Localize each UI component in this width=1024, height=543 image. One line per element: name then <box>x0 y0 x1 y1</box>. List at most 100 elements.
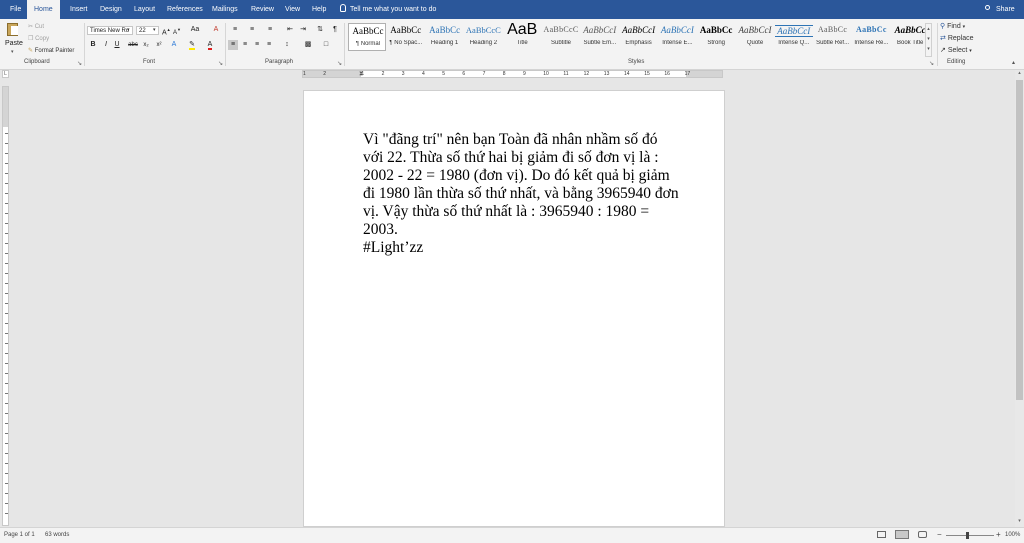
subscript-button[interactable]: x₂ <box>141 40 151 50</box>
cut-button[interactable]: ✂ Cut <box>28 23 44 30</box>
chevron-down-icon[interactable]: ▾ <box>153 27 156 33</box>
chevron-up-icon[interactable]: ▴ <box>926 24 931 34</box>
numbering-button[interactable]: ≡ <box>245 25 259 35</box>
style-normal[interactable]: AaBbCc ¶ Normal <box>348 23 386 51</box>
increase-indent-button[interactable]: ⇥ <box>298 25 308 35</box>
zoom-in-icon[interactable]: + <box>996 530 1001 539</box>
font-launcher-icon[interactable]: ↘ <box>218 60 223 67</box>
paragraph-launcher-icon[interactable]: ↘ <box>337 60 342 67</box>
copy-button[interactable]: ❐ Copy <box>28 35 49 42</box>
horizontal-ruler[interactable]: 1 2 1 2 3 4 5 6 7 8 9 10 11 12 13 14 15 16 17 ⧗ <box>302 70 723 78</box>
ruler-margin <box>3 87 8 127</box>
font-color-button[interactable]: A <box>205 40 215 50</box>
change-case-button[interactable]: Aa <box>188 25 202 35</box>
justify-button[interactable]: ≡ <box>264 40 274 50</box>
highlight-button[interactable]: ✎ <box>187 40 197 50</box>
document-line[interactable]: #Light’zz <box>363 239 693 257</box>
underline-button[interactable]: U <box>112 40 122 50</box>
styles-launcher-icon[interactable]: ↘ <box>929 60 934 67</box>
document-line[interactable]: với 22. Thừa số thứ hai bị giảm đi số đơ… <box>363 149 693 167</box>
document-line[interactable]: vị. Vậy thừa số thứ nhất là : 3965940 : … <box>363 203 693 221</box>
style-heading-2[interactable]: AaBbCcC Heading 2 <box>464 23 502 51</box>
zoom-slider-thumb[interactable] <box>966 532 969 539</box>
read-mode-icon[interactable] <box>877 531 886 538</box>
word-count[interactable]: 63 words <box>45 532 69 538</box>
italic-button[interactable]: I <box>101 40 111 50</box>
shading-button[interactable]: ▩ <box>302 40 314 50</box>
zoom-out-icon[interactable]: − <box>937 530 942 539</box>
tab-file[interactable]: File <box>10 0 21 19</box>
chevron-down-icon[interactable]: ▾ <box>926 34 931 44</box>
style-no-spac[interactable]: AaBbCc ¶ No Spac... <box>387 23 425 51</box>
find-button[interactable]: ⚲ Find ▾ <box>940 22 965 30</box>
multilevel-list-button[interactable]: ≡ <box>263 25 277 35</box>
zoom-level[interactable]: 100% <box>1005 532 1020 538</box>
superscript-button[interactable]: x² <box>154 40 164 50</box>
document-line[interactable]: Vì "đãng trí" nên bạn Toàn đã nhân nhầm … <box>363 131 693 149</box>
style-book-title[interactable]: AaBbCc Book Title <box>891 23 929 51</box>
style-emphasis[interactable]: AaBbCcI Emphasis <box>620 23 658 51</box>
document-line[interactable]: 2002 - 22 = 1980 (đơn vị). Do đó kết quả… <box>363 167 693 185</box>
text-effects-button[interactable]: A <box>170 40 178 50</box>
tab-help[interactable]: Help <box>312 0 326 19</box>
tab-references[interactable]: References <box>167 0 203 19</box>
document-line[interactable]: đi 1980 lần thừa số thứ nhất, và bằng 39… <box>363 185 693 203</box>
select-button[interactable]: ↗ Select ▾ <box>940 46 972 54</box>
document-page[interactable]: Vì "đãng trí" nên bạn Toàn đã nhân nhầm … <box>303 90 725 527</box>
style-intense-q[interactable]: AaBbCcI Intense Q... <box>774 23 813 51</box>
align-left-button[interactable]: ≡ <box>228 40 238 50</box>
tab-design[interactable]: Design <box>100 0 122 19</box>
clipboard-launcher-icon[interactable]: ↘ <box>77 60 82 67</box>
style-intense-re[interactable]: AaBbCc Intense Re... <box>852 23 890 51</box>
shrink-font-button[interactable]: A▼ <box>173 25 181 38</box>
document-line[interactable]: 2003. <box>363 221 693 239</box>
decrease-indent-button[interactable]: ⇤ <box>285 25 295 35</box>
chevron-down-icon[interactable]: ▾ <box>1015 518 1024 526</box>
sort-button[interactable]: ⇅ <box>315 25 325 35</box>
style-subtle-ref[interactable]: AaBbCc Subtle Ref... <box>814 23 852 51</box>
tab-view[interactable]: View <box>285 0 300 19</box>
indent-marker-icon[interactable]: ⧗ <box>359 71 363 77</box>
strikethrough-button[interactable]: abc <box>128 40 138 50</box>
tab-layout[interactable]: Layout <box>134 0 155 19</box>
web-layout-icon[interactable] <box>918 531 927 538</box>
style-quote[interactable]: AaBbCcI Quote <box>736 23 774 51</box>
share-button[interactable]: Share <box>985 0 1021 19</box>
gallery-scroll[interactable]: ▴ ▾ ▾ <box>925 23 932 57</box>
tab-mailings[interactable]: Mailings <box>212 0 238 19</box>
style-strong[interactable]: AaBbCc Strong <box>697 23 735 51</box>
chevron-down-icon[interactable]: ▾ <box>127 27 130 33</box>
tab-home[interactable]: Home <box>27 0 60 19</box>
style-intense-e[interactable]: AaBbCcI Intense E... <box>658 23 696 51</box>
clear-formatting-button[interactable]: A <box>211 25 221 35</box>
align-center-button[interactable]: ≡ <box>240 40 250 50</box>
style-preview: AaBbCcI <box>660 25 694 35</box>
line-spacing-button[interactable]: ↕ <box>280 40 294 50</box>
grow-font-button[interactable]: A▲ <box>162 25 171 38</box>
chevron-up-icon[interactable]: ▴ <box>1015 70 1024 78</box>
page-count[interactable]: Page 1 of 1 <box>4 532 35 538</box>
tab-review[interactable]: Review <box>251 0 274 19</box>
borders-button[interactable]: □ <box>320 40 332 50</box>
paste-button[interactable]: Paste ▾ <box>4 22 23 55</box>
print-layout-icon[interactable] <box>895 530 909 539</box>
ruler-toggle[interactable]: L <box>2 70 9 78</box>
scrollbar-thumb[interactable] <box>1016 80 1023 400</box>
vertical-ruler[interactable] <box>2 86 9 526</box>
bold-button[interactable]: B <box>88 40 98 50</box>
bullets-button[interactable]: ≡ <box>228 25 242 35</box>
show-marks-button[interactable]: ¶ <box>331 25 339 35</box>
style-subtitle[interactable]: AaBbCcC Subtitle <box>542 23 580 51</box>
format-painter-button[interactable]: ✎ Format Painter <box>28 47 74 54</box>
replace-button[interactable]: ⇄ Replace <box>940 34 974 42</box>
zoom-slider[interactable] <box>946 532 994 539</box>
style-heading-1[interactable]: AaBbCc Heading 1 <box>426 23 464 51</box>
style-title[interactable]: AaB Title <box>503 21 541 51</box>
more-icon[interactable]: ▾ <box>926 44 931 54</box>
align-right-button[interactable]: ≡ <box>252 40 262 50</box>
document-body[interactable]: Vì "đãng trí" nên bạn Toàn đã nhân nhầm … <box>363 131 693 257</box>
collapse-ribbon-icon[interactable]: ▴ <box>1012 59 1015 66</box>
vertical-scrollbar[interactable]: ▴ ▾ <box>1015 70 1024 527</box>
tab-insert[interactable]: Insert <box>70 0 88 19</box>
style-subtle-em[interactable]: AaBbCcI Subtle Em... <box>581 23 619 51</box>
